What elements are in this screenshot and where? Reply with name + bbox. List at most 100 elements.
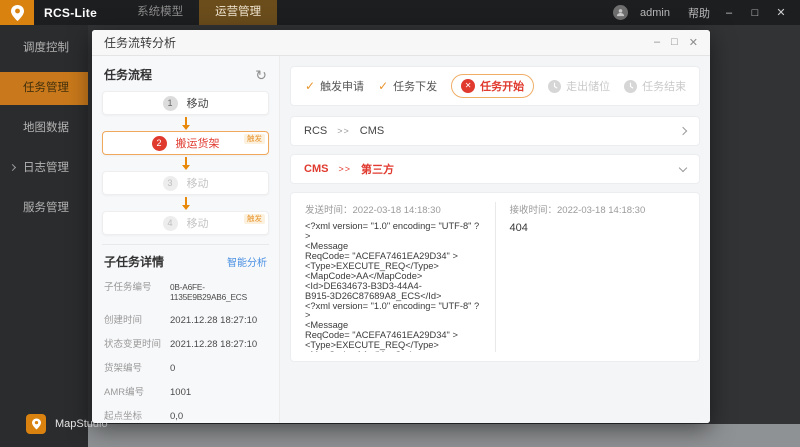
detail-value: 0,0 (170, 411, 183, 422)
detail-label: 货架编号 (104, 360, 170, 374)
detail-label: 起点坐标 (104, 408, 170, 422)
detail-row: 创建时间 2021.12.28 18:27:10 (104, 312, 267, 326)
sidebar: 调度控制 任务管理 地图数据 日志管理 服务管理 MapStudio (0, 25, 88, 447)
accordion-rcs-cms[interactable]: RCS >> CMS (290, 116, 700, 146)
topbar: RCS-Lite 系统模型 运营管理 admin 帮助 – □ ✕ (0, 0, 800, 25)
sidebar-item-dispatch-control[interactable]: 调度控制 (0, 32, 88, 65)
detail-row: 状态变更时间 2021.12.28 18:27:10 (104, 336, 267, 350)
send-time-label: 发送时间： (305, 205, 353, 216)
detail-label: 状态变更时间 (104, 336, 170, 350)
detail-value: 0 (170, 363, 175, 374)
timeline-label: 走出储位 (566, 78, 610, 94)
flow-step-4[interactable]: 4 移动 触发 (102, 211, 269, 235)
modal-controls: – □ ✕ (654, 36, 698, 49)
timeline: ✓ 触发申请 ✓ 任务下发 ✕ 任务开始 (290, 66, 700, 106)
step-label: 移动 (187, 215, 209, 231)
detail-row: 起点坐标 0,0 (104, 408, 267, 422)
modal-minimize-icon[interactable]: – (654, 36, 660, 49)
check-icon: ✓ (378, 79, 388, 93)
step-label: 搬运货架 (176, 135, 220, 151)
accordion-from: RCS (304, 125, 327, 137)
step-number: 1 (163, 96, 178, 111)
clock-icon (548, 80, 561, 93)
chevron-right-icon (9, 164, 16, 171)
sidebar-item-map-data[interactable]: 地图数据 (0, 112, 88, 145)
flow-detail-panel: ✓ 触发申请 ✓ 任务下发 ✕ 任务开始 (280, 56, 710, 423)
flow-step-3[interactable]: 3 移动 (102, 171, 269, 195)
timeline-label: 任务下发 (393, 78, 437, 94)
modal-titlebar: 任务流转分析 – □ ✕ (92, 30, 710, 56)
smart-analysis-link[interactable]: 智能分析 (227, 254, 267, 269)
detail-value: 0B-A6FE-1135E9B29AB6_ECS (170, 282, 267, 302)
accordion-to: CMS (360, 125, 384, 137)
detail-label: 子任务编号 (104, 279, 170, 293)
close-icon[interactable]: ✕ (774, 6, 788, 19)
check-icon: ✓ (305, 79, 315, 93)
details-header: 子任务详情 智能分析 (104, 253, 267, 270)
error-cross-icon: ✕ (461, 79, 475, 93)
timeline-step-trigger-request: ✓ 触发申请 (305, 78, 364, 94)
user-avatar-icon[interactable] (613, 5, 628, 20)
sidebar-item-label: 日志管理 (23, 162, 69, 174)
minimize-icon[interactable]: – (722, 7, 736, 19)
detail-value: 1001 (170, 387, 191, 398)
flow-step-2[interactable]: 2 搬运货架 触发 (102, 131, 269, 155)
flow-header: 任务流程 ↻ (104, 66, 267, 83)
tab-operation-management[interactable]: 运营管理 (199, 0, 277, 25)
sent-xml-payload: <?xml version= "1.0" encoding= "UTF-8" ?… (305, 222, 481, 352)
receive-time: 接收时间：2022-03-18 14:18:30 (510, 202, 686, 216)
subtask-details: 子任务详情 智能分析 子任务编号 0B-A6FE-1135E9B29AB6_EC… (102, 244, 269, 423)
receive-time-value: 2022-03-18 14:18:30 (557, 205, 645, 216)
flow-arrow-icon (102, 155, 269, 171)
sidebar-item-log-management[interactable]: 日志管理 (0, 152, 88, 185)
detail-row: 货架编号 0 (104, 360, 267, 374)
timeline-step-leave-storage: 走出储位 (548, 78, 610, 94)
modal-maximize-icon[interactable]: □ (671, 36, 678, 49)
app-window: RCS-Lite 系统模型 运营管理 admin 帮助 – □ ✕ 调度控制 任… (0, 0, 800, 447)
sidebar-item-service-management[interactable]: 服务管理 (0, 192, 88, 225)
detail-label: AMR编号 (104, 384, 170, 398)
accordion-to: 第三方 (361, 161, 394, 177)
flow-title: 任务流程 (104, 66, 152, 83)
detail-row: 子任务编号 0B-A6FE-1135E9B29AB6_ECS (104, 279, 267, 302)
accordion-from: CMS (304, 163, 328, 175)
detail-label: 创建时间 (104, 312, 170, 326)
timeline-step-task-start[interactable]: ✕ 任务开始 (451, 74, 534, 98)
refresh-icon[interactable]: ↻ (255, 68, 267, 82)
chevron-down-icon (679, 163, 687, 171)
step-number: 2 (152, 136, 167, 151)
step-number: 3 (163, 176, 178, 191)
chevron-right-icon (679, 127, 687, 135)
app-title: RCS-Lite (44, 6, 97, 20)
modal-title: 任务流转分析 (104, 34, 176, 51)
flow-step-1[interactable]: 1 移动 (102, 91, 269, 115)
timeline-label: 任务开始 (480, 78, 524, 94)
sidebar-item-task-management[interactable]: 任务管理 (0, 72, 88, 105)
help-link[interactable]: 帮助 (688, 5, 710, 21)
accordion-separator: >> (338, 164, 351, 174)
accordion-cms-thirdparty[interactable]: CMS >> 第三方 (290, 154, 700, 184)
message-detail-card: 发送时间：2022-03-18 14:18:30 <?xml version= … (290, 192, 700, 362)
modal-close-icon[interactable]: ✕ (689, 36, 698, 49)
timeline-step-task-end: 任务结束 (624, 78, 686, 94)
step-label: 移动 (187, 175, 209, 191)
timeline-label: 任务结束 (642, 78, 686, 94)
send-time: 发送时间：2022-03-18 14:18:30 (305, 202, 481, 216)
location-pin-icon (11, 5, 24, 21)
modal-body: 任务流程 ↻ 1 移动 2 搬运货架 触发 3 移动 (92, 56, 710, 423)
step-number: 4 (163, 216, 178, 231)
send-column: 发送时间：2022-03-18 14:18:30 <?xml version= … (291, 202, 495, 352)
detail-row: AMR编号 1001 (104, 384, 267, 398)
map-area (88, 424, 800, 447)
username-label[interactable]: admin (640, 7, 670, 19)
send-time-value: 2022-03-18 14:18:30 (353, 205, 441, 216)
details-title: 子任务详情 (104, 253, 164, 270)
maximize-icon[interactable]: □ (748, 7, 762, 19)
task-flow-panel: 任务流程 ↻ 1 移动 2 搬运货架 触发 3 移动 (92, 56, 280, 423)
detail-value: 2021.12.28 18:27:10 (170, 339, 257, 350)
topbar-right: admin 帮助 – □ ✕ (613, 5, 800, 21)
tab-system-model[interactable]: 系统模型 (121, 0, 199, 25)
accordion-separator: >> (337, 126, 350, 136)
timeline-label: 触发申请 (320, 78, 364, 94)
flow-arrow-icon (102, 115, 269, 131)
